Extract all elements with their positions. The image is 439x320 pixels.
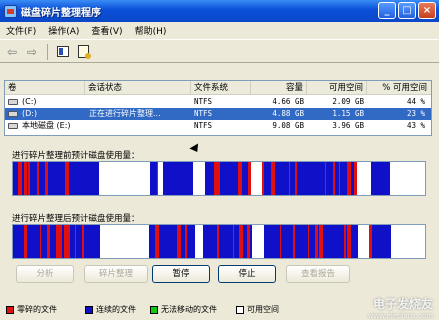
drive-icon [8,111,18,117]
col-volume[interactable]: 卷 [5,81,85,95]
legend-label: 无法移动的文件 [161,305,217,314]
watermark-logo: 电子发烧友 [372,297,433,311]
volume-pct-free: 44 % [406,97,425,106]
properties-icon[interactable] [75,44,91,60]
volume-capacity: 4.88 GB [272,109,304,118]
volume-status: 正在进行碎片整理... [89,109,161,118]
volume-pct-free: 23 % [406,109,425,118]
stop-button[interactable]: 停止 [218,265,276,283]
cluster-segment [424,225,425,258]
volume-row-e[interactable]: 本地磁盘 (E:) NTFS 9.08 GB 3.96 GB 43 % [5,120,431,132]
col-percent-free[interactable]: % 可用空间 [367,81,431,95]
volume-name: (C:) [22,97,37,106]
after-usage-label: 进行碎片整理后预计磁盘使用量： [12,214,140,224]
legend-unmovable: 无法移动的文件 [150,304,217,315]
maximize-button[interactable]: □ [398,2,416,19]
volume-free: 3.96 GB [332,121,364,130]
legend-swatch [150,305,158,314]
legend-swatch [85,305,93,314]
legend-label: 零碎的文件 [17,305,57,314]
volume-row-d[interactable]: (D:) 正在进行碎片整理... NTFS 4.88 GB 1.15 GB 23… [5,108,431,120]
mouse-cursor-icon [189,143,202,155]
defrag-app-icon [4,4,17,18]
analyze-button[interactable]: 分析 [16,265,74,283]
menu-view[interactable]: 查看(V) [85,24,128,37]
before-usage-map [12,161,426,196]
volume-capacity: 4.66 GB [272,97,304,106]
legend-free-space: 可用空间 [236,304,279,315]
volume-fs: NTFS [194,121,213,130]
volume-list[interactable]: 卷 会话状态 文件系统 容量 可用空间 % 可用空间 (C:) NTFS 4.6… [4,80,432,136]
menu-file[interactable]: 文件(F) [0,24,42,37]
view-report-button[interactable]: 查看报告 [286,265,350,283]
menu-bar: 文件(F) 操作(A) 查看(V) 帮助(H) [0,22,439,40]
volume-name: 本地磁盘 (E:) [22,121,71,130]
back-arrow-icon[interactable]: ⇦ [4,44,20,60]
menu-help[interactable]: 帮助(H) [129,24,173,37]
col-file-system[interactable]: 文件系统 [191,81,251,95]
close-button[interactable]: × [418,2,436,19]
volume-fs: NTFS [194,109,213,118]
watermark-url: www.elecfans.com [367,312,433,320]
volume-free: 1.15 GB [332,109,364,118]
menu-action[interactable]: 操作(A) [42,24,85,37]
toolbar: ⇦ ⇨ [0,41,439,63]
after-usage-map [12,224,426,259]
legend-contiguous: 连续的文件 [85,304,136,315]
volume-pct-free: 43 % [406,121,425,130]
defrag-window: 磁盘碎片整理程序 _ □ × 文件(F) 操作(A) 查看(V) 帮助(H) ⇦… [0,0,439,320]
before-usage-label: 进行碎片整理前预计磁盘使用量： [12,151,140,161]
col-free-space[interactable]: 可用空间 [307,81,367,95]
legend-label: 连续的文件 [96,305,136,314]
volume-free: 2.09 GB [332,97,364,106]
title-bar[interactable]: 磁盘碎片整理程序 _ □ × [0,0,439,22]
legend-swatch [6,305,14,314]
drive-icon [8,123,18,129]
volume-status [89,120,191,132]
volume-name: (D:) [22,109,38,118]
window-title: 磁盘碎片整理程序 [21,7,101,19]
console-tree-icon[interactable] [55,44,71,60]
drive-icon [8,99,18,105]
volume-fs: NTFS [194,97,213,106]
volume-row-c[interactable]: (C:) NTFS 4.66 GB 2.09 GB 44 % [5,96,431,108]
pause-button[interactable]: 暂停 [152,265,210,283]
minimize-button[interactable]: _ [378,2,396,19]
col-capacity[interactable]: 容量 [251,81,307,95]
toolbar-separator [47,43,48,60]
legend-fragmented: 零碎的文件 [6,304,57,315]
volume-status [89,96,191,108]
cluster-segment [424,162,425,195]
legend-label: 可用空间 [247,305,279,314]
defragment-button[interactable]: 碎片整理 [84,265,148,283]
volume-list-header: 卷 会话状态 文件系统 容量 可用空间 % 可用空间 [5,81,431,95]
col-session-status[interactable]: 会话状态 [85,81,191,95]
volume-capacity: 9.08 GB [272,121,304,130]
forward-arrow-icon[interactable]: ⇨ [24,44,40,60]
legend-swatch [236,305,244,314]
